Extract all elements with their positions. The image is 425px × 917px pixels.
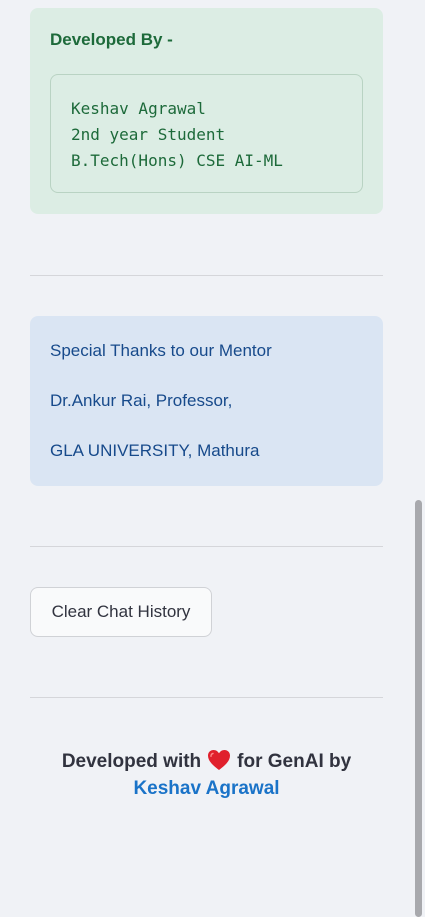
divider [30, 275, 383, 276]
mentor-thanks-text: Special Thanks to our Mentor [50, 341, 272, 360]
author-link[interactable]: Keshav Agrawal [133, 778, 279, 799]
divider [30, 546, 383, 547]
footer-credit: Developed with for GenAI by Keshav Agraw… [30, 748, 383, 802]
clear-chat-history-button[interactable]: Clear Chat History [30, 587, 212, 637]
scrollbar-track[interactable] [413, 0, 425, 917]
footer-suffix-text: for GenAI by [237, 751, 352, 772]
footer-prefix-text: Developed with [61, 751, 202, 772]
developer-name-line: Keshav Agrawal [71, 99, 206, 118]
developer-year-line: 2nd year Student [71, 125, 226, 144]
scrollbar-thumb[interactable] [415, 500, 422, 917]
mentor-university-text: GLA UNIVERSITY, Mathura [50, 441, 260, 460]
mentor-info-box: Special Thanks to our Mentor Dr.Ankur Ra… [30, 316, 383, 486]
heart-icon [208, 750, 231, 770]
developer-success-box: Developed By - Keshav Agrawal 2nd year S… [30, 8, 383, 214]
developer-title: Developed By - [50, 30, 173, 49]
sidebar: Developed By - Keshav Agrawal 2nd year S… [0, 0, 413, 917]
developer-code-block: Keshav Agrawal 2nd year Student B.Tech(H… [50, 74, 363, 193]
divider [30, 697, 383, 698]
mentor-name-text: Dr.Ankur Rai, Professor, [50, 391, 233, 410]
developer-degree-line: B.Tech(Hons) CSE AI-ML [71, 151, 283, 170]
